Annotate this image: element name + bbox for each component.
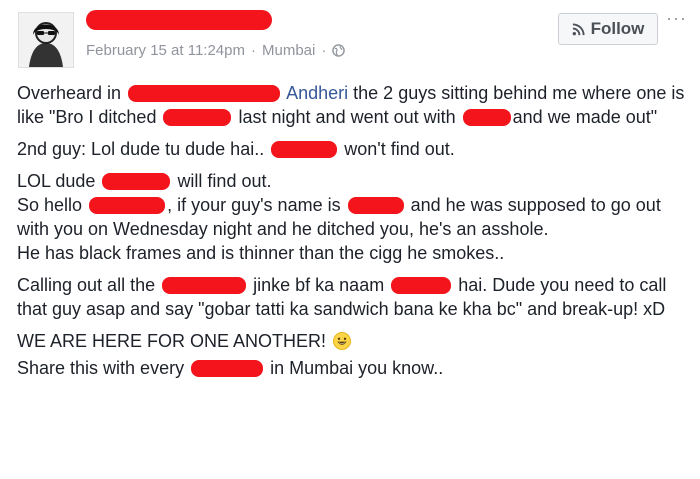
- redaction: [163, 109, 232, 126]
- text: So hello: [17, 195, 83, 215]
- smiley-emoji: [333, 332, 351, 356]
- redaction: [191, 360, 264, 377]
- paragraph: Overheard in Andheri the 2 guys sitting …: [17, 81, 687, 129]
- redaction: [89, 197, 166, 214]
- text: won't find out.: [344, 139, 455, 159]
- text: will find out.: [177, 171, 272, 191]
- meta-separator: ·: [321, 42, 327, 59]
- paragraph: Calling out all the jinke bf ka naam hai…: [17, 273, 687, 321]
- post-location[interactable]: Mumbai: [262, 42, 315, 59]
- redaction: [162, 277, 247, 294]
- redaction: [271, 141, 338, 158]
- post-meta: February 15 at 11:24pm · Mumbai ·: [86, 42, 346, 59]
- paragraph: WE ARE HERE FOR ONE ANOTHER! Share this …: [17, 329, 687, 380]
- text: , if your guy's name is: [167, 195, 341, 215]
- meta-separator: ·: [250, 42, 256, 59]
- paragraph: LOL dude will find out. So hello , if yo…: [17, 169, 687, 265]
- paragraph: 2nd guy: Lol dude tu dude hai.. won't fi…: [17, 137, 687, 161]
- text: WE ARE HERE FOR ONE ANOTHER!: [17, 331, 327, 351]
- text: Overheard in: [17, 83, 122, 103]
- redaction: [347, 197, 404, 214]
- rss-icon: [572, 22, 585, 36]
- text: Calling out all the: [17, 275, 156, 295]
- redaction: [102, 173, 171, 190]
- avatar[interactable]: [18, 12, 74, 68]
- text: in Mumbai you know..: [270, 358, 444, 378]
- more-options-icon[interactable]: ···: [666, 8, 687, 29]
- text: LOL dude: [17, 171, 96, 191]
- follow-button[interactable]: Follow: [558, 13, 658, 45]
- post-date[interactable]: February 15 at 11:24pm: [86, 42, 245, 59]
- globe-icon[interactable]: [332, 44, 346, 57]
- redaction: [391, 277, 452, 294]
- text: jinke bf ka naam: [253, 275, 385, 295]
- facebook-post: February 15 at 11:24pm · Mumbai · Follow…: [0, 0, 700, 479]
- text: Share this with every: [17, 358, 185, 378]
- place-link[interactable]: Andheri: [286, 83, 348, 103]
- author-name-redacted[interactable]: [86, 10, 272, 30]
- redaction: [462, 109, 511, 126]
- follow-label: Follow: [590, 19, 645, 38]
- text: He has black frames and is thinner than …: [17, 243, 505, 263]
- post-text: Overheard in Andheri the 2 guys sitting …: [17, 81, 687, 388]
- text: and we made out": [512, 107, 658, 127]
- redaction: [128, 85, 281, 102]
- text: last night and went out with: [238, 107, 456, 127]
- text: 2nd guy: Lol dude tu dude hai..: [17, 139, 265, 159]
